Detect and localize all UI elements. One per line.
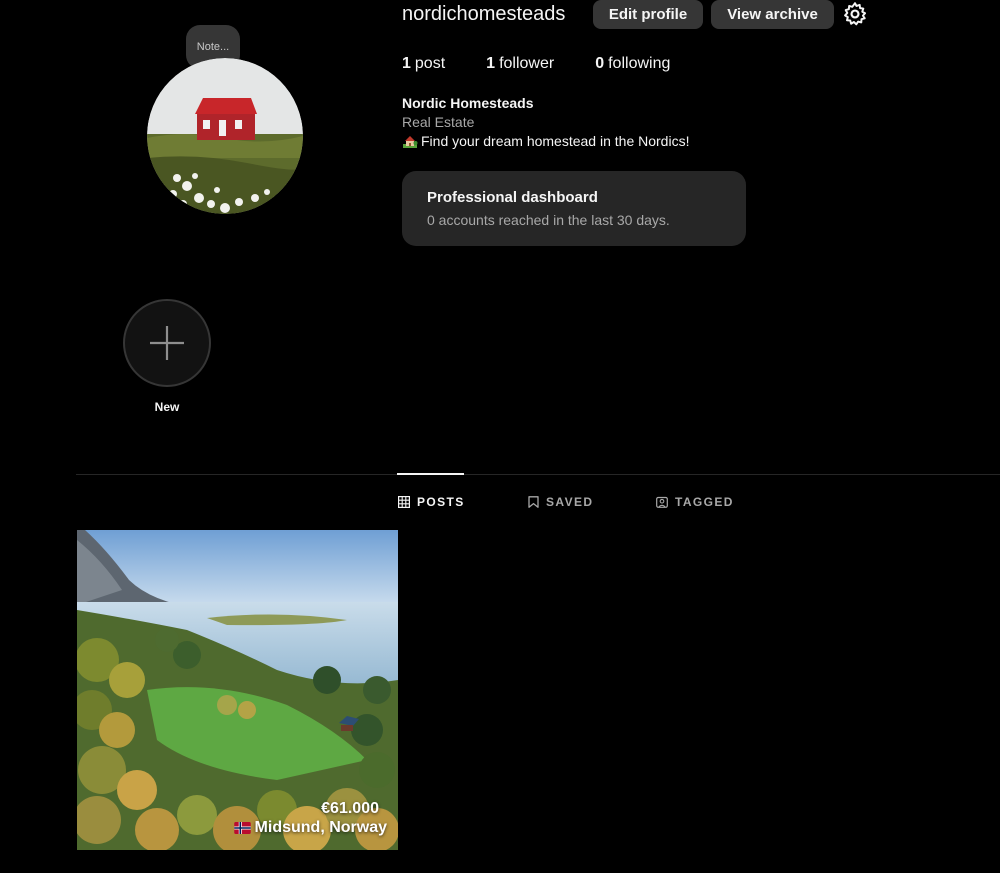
tab-posts-label: POSTS: [417, 495, 465, 509]
tab-saved-label: SAVED: [546, 495, 594, 509]
edit-profile-button[interactable]: Edit profile: [593, 0, 703, 29]
house-with-garden-icon: [403, 136, 418, 148]
tab-saved[interactable]: SAVED: [528, 495, 593, 509]
following-stat[interactable]: 0 following: [595, 54, 670, 74]
grid-icon: [398, 496, 410, 508]
posts-label: post: [414, 55, 446, 72]
tagged-icon: [656, 496, 668, 508]
tab-tagged[interactable]: TAGGED: [656, 495, 734, 509]
grid-post[interactable]: €61.000 Midsund, Norway: [77, 530, 398, 850]
post-location: Midsund, Norway: [233, 819, 387, 837]
dashboard-title: Professional dashboard: [427, 189, 598, 206]
bookmark-icon: [528, 496, 539, 508]
profile-stats: 1 post 1 follower 0 following: [402, 54, 711, 74]
posts-count: 1: [402, 55, 411, 72]
followers-label: follower: [499, 55, 555, 72]
new-highlight-button[interactable]: [123, 299, 211, 387]
gear-icon[interactable]: [842, 1, 868, 27]
profile-bio: Find your dream homestead in the Nordics…: [402, 133, 689, 149]
view-archive-button[interactable]: View archive: [711, 0, 834, 29]
tabs-divider: [76, 474, 1000, 475]
profile-category: Real Estate: [402, 114, 475, 130]
following-label: following: [608, 55, 671, 72]
note-placeholder: Note...: [196, 41, 230, 53]
following-count: 0: [595, 55, 605, 72]
profile-username: nordichomesteads: [402, 3, 566, 25]
new-highlight-label: New: [154, 400, 180, 414]
norway-flag-icon: [233, 822, 251, 834]
profile-full-name: Nordic Homesteads: [402, 95, 534, 111]
profile-avatar[interactable]: [147, 58, 303, 214]
plus-icon: [150, 326, 184, 360]
posts-stat: 1 post: [402, 54, 445, 74]
post-location-text: Midsund, Norway: [254, 819, 387, 836]
professional-dashboard-card[interactable]: Professional dashboard 0 accounts reache…: [402, 171, 746, 246]
followers-stat[interactable]: 1 follower: [486, 54, 554, 74]
post-price: €61.000: [321, 800, 379, 817]
avatar-image: [147, 58, 303, 214]
tab-tagged-label: TAGGED: [675, 495, 734, 509]
tab-posts[interactable]: POSTS: [398, 495, 465, 509]
dashboard-subtitle: 0 accounts reached in the last 30 days.: [427, 212, 670, 228]
active-tab-indicator: [397, 473, 464, 475]
bio-text: Find your dream homestead in the Nordics…: [421, 133, 690, 149]
followers-count: 1: [486, 55, 496, 72]
